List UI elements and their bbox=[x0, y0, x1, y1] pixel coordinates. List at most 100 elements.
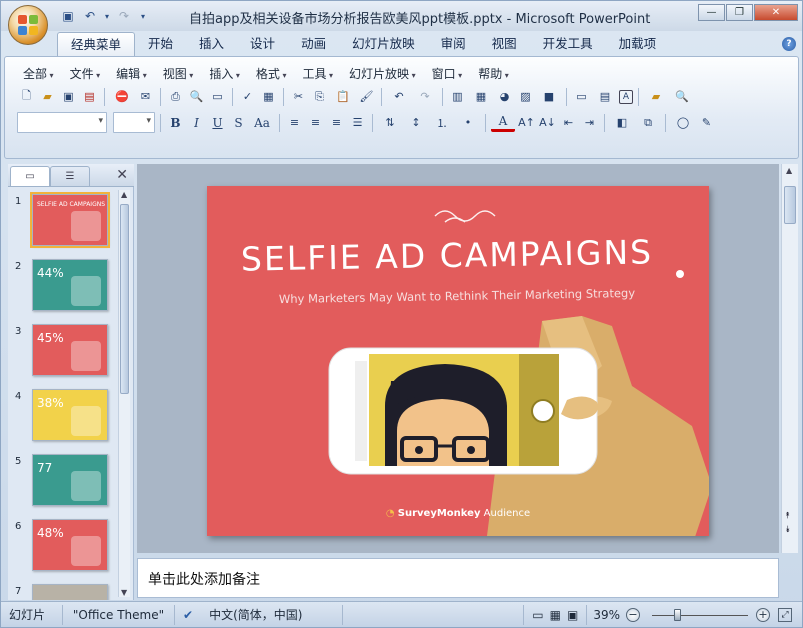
maximize-button[interactable]: ❐ bbox=[726, 4, 753, 21]
menu-all[interactable]: 全部 bbox=[15, 65, 62, 83]
increase-indent-icon[interactable]: ⇥ bbox=[580, 113, 599, 132]
tab-outline-icon[interactable]: ☰ bbox=[50, 166, 90, 186]
slide-layout-icon[interactable]: ▤ bbox=[593, 87, 617, 106]
next-slide-icon[interactable]: ⯯ bbox=[785, 526, 790, 535]
insert-table-icon[interactable]: ▦ bbox=[469, 87, 493, 106]
tab-view[interactable]: 视图 bbox=[479, 32, 530, 56]
tab-animations[interactable]: 动画 bbox=[288, 32, 339, 56]
insert-smartart-icon[interactable]: ◕ bbox=[495, 87, 514, 106]
slide-thumbnail-row[interactable]: 2 44% bbox=[8, 255, 118, 320]
slide-thumbnail[interactable] bbox=[32, 584, 108, 600]
save-as-pdf-icon[interactable]: ▤ bbox=[80, 87, 99, 106]
menu-tools[interactable]: 工具 bbox=[294, 65, 341, 83]
zoom-in-button[interactable]: + bbox=[756, 607, 770, 622]
tab-slides-icon[interactable]: ▭ bbox=[10, 166, 50, 186]
zoom-icon[interactable]: 🔍 bbox=[670, 87, 694, 106]
save-icon[interactable]: ▣ bbox=[59, 87, 78, 106]
print-preview-icon[interactable]: 🔍 bbox=[187, 87, 206, 106]
slide-thumbnail-row[interactable]: 6 48% bbox=[8, 515, 118, 580]
shrink-font-icon[interactable]: A↓ bbox=[538, 113, 557, 132]
slide-canvas[interactable]: SELFIE AD CAMPAIGNS Why Marketers May Wa… bbox=[207, 186, 709, 536]
font-name-combo[interactable] bbox=[17, 112, 107, 133]
prev-slide-icon[interactable]: ⯭ bbox=[785, 512, 790, 521]
tab-home[interactable]: 开始 bbox=[135, 32, 186, 56]
menu-format[interactable]: 格式 bbox=[248, 65, 295, 83]
paste-icon[interactable]: 📋 bbox=[331, 87, 355, 106]
editor-scrollbar[interactable]: ▲ ⯭ ⯯ bbox=[781, 164, 798, 553]
shape-outline-icon[interactable]: ✎ bbox=[697, 113, 716, 132]
office-button[interactable] bbox=[8, 5, 48, 45]
slide-thumbnail[interactable]: 44% bbox=[32, 259, 108, 311]
font-size-combo[interactable] bbox=[113, 112, 155, 133]
copy-icon[interactable]: ⎘ bbox=[310, 87, 329, 106]
normal-view-icon[interactable]: ▭ bbox=[532, 605, 543, 625]
open-folder-icon[interactable]: ▰ bbox=[644, 87, 668, 106]
zoom-out-button[interactable]: − bbox=[626, 607, 640, 622]
slide-thumbnail[interactable]: 77 bbox=[32, 454, 108, 506]
notes-pane[interactable]: 单击此处添加备注 bbox=[137, 558, 779, 598]
slideshow-view-icon[interactable]: ▣ bbox=[567, 605, 578, 625]
redo-icon[interactable]: ↷ bbox=[115, 7, 133, 25]
font-color-button[interactable]: A bbox=[491, 113, 515, 132]
spelling-icon[interactable]: ✓ bbox=[238, 87, 257, 106]
align-left-icon[interactable]: ≡ bbox=[285, 113, 304, 132]
insert-chart-icon[interactable]: ▥ bbox=[448, 87, 467, 106]
scrollbar-thumb[interactable] bbox=[784, 186, 796, 224]
undo-dropdown-icon[interactable]: ▾ bbox=[103, 7, 111, 25]
menu-window[interactable]: 窗口 bbox=[424, 65, 471, 83]
status-language[interactable]: 中文(简体，中国) bbox=[201, 604, 344, 625]
underline-button[interactable]: U bbox=[208, 113, 227, 132]
undo-icon[interactable]: ↶ bbox=[81, 7, 99, 25]
status-theme[interactable]: "Office Theme" bbox=[63, 604, 175, 625]
cut-icon[interactable]: ✂ bbox=[289, 87, 308, 106]
minimize-button[interactable]: — bbox=[698, 4, 725, 21]
tab-insert[interactable]: 插入 bbox=[186, 32, 237, 56]
shape-fill-icon[interactable]: ◯ bbox=[671, 113, 695, 132]
close-button[interactable]: ✕ bbox=[754, 4, 798, 21]
tab-developer[interactable]: 开发工具 bbox=[530, 32, 606, 56]
slide-thumbnail[interactable]: 38% bbox=[32, 389, 108, 441]
numbering-icon[interactable]: ⒈ bbox=[430, 113, 454, 132]
fit-slide-icon[interactable]: ⤢ bbox=[778, 607, 792, 622]
save-icon[interactable]: ▣ bbox=[59, 7, 77, 25]
open-folder-icon[interactable]: ▰ bbox=[38, 87, 57, 106]
scrollbar-thumb[interactable] bbox=[120, 204, 129, 394]
menu-help[interactable]: 帮助 bbox=[470, 65, 517, 83]
shapes-icon[interactable]: ◧ bbox=[610, 113, 634, 132]
spelling-status-icon[interactable]: ✔ bbox=[175, 605, 201, 625]
line-spacing-icon[interactable]: ↕ bbox=[404, 113, 428, 132]
italic-button[interactable]: I bbox=[187, 113, 206, 132]
permission-icon[interactable]: ⛔ bbox=[110, 87, 134, 106]
text-direction-icon[interactable]: ⇅ bbox=[378, 113, 402, 132]
grow-font-icon[interactable]: A↑ bbox=[517, 113, 536, 132]
redo-icon[interactable]: ↷ bbox=[413, 87, 437, 106]
menu-insert[interactable]: 插入 bbox=[201, 65, 248, 83]
page-setup-icon[interactable]: ▭ bbox=[208, 87, 227, 106]
slide-title[interactable]: SELFIE AD CAMPAIGNS bbox=[227, 232, 668, 279]
format-painter-icon[interactable]: 🖌 bbox=[357, 87, 376, 106]
zoom-level[interactable]: 39% bbox=[587, 608, 626, 622]
bullets-icon[interactable]: • bbox=[456, 113, 480, 132]
menu-slideshow[interactable]: 幻灯片放映 bbox=[341, 65, 424, 83]
color-grayscale-icon[interactable]: ■ bbox=[537, 87, 561, 106]
slide-thumbnail[interactable]: 45% bbox=[32, 324, 108, 376]
menu-view[interactable]: 视图 bbox=[155, 65, 202, 83]
slide-thumbnail[interactable]: SELFIE AD CAMPAIGNS bbox=[30, 192, 110, 248]
align-center-icon[interactable]: ≡ bbox=[306, 113, 325, 132]
decrease-indent-icon[interactable]: ⇤ bbox=[559, 113, 578, 132]
slide-thumbnail[interactable]: 48% bbox=[32, 519, 108, 571]
customize-qat-icon[interactable]: ▾ bbox=[137, 7, 149, 25]
menu-file[interactable]: 文件 bbox=[62, 65, 109, 83]
slide-thumbnail-row[interactable]: 1 SELFIE AD CAMPAIGNS bbox=[8, 190, 118, 255]
pane-close-icon[interactable]: ✕ bbox=[116, 167, 128, 183]
tab-review[interactable]: 审阅 bbox=[428, 32, 479, 56]
slide-thumbnail-row[interactable]: 7 bbox=[8, 580, 118, 600]
tab-slideshow[interactable]: 幻灯片放映 bbox=[339, 32, 428, 56]
align-right-icon[interactable]: ≡ bbox=[327, 113, 346, 132]
slide-thumbnail-row[interactable]: 3 45% bbox=[8, 320, 118, 385]
zoom-slider-knob[interactable] bbox=[674, 608, 681, 621]
research-icon[interactable]: ▦ bbox=[259, 87, 278, 106]
thumbnail-scrollbar[interactable]: ▲ ▼ bbox=[118, 190, 130, 597]
new-file-icon[interactable]: 🗋 bbox=[17, 87, 36, 106]
menu-edit[interactable]: 编辑 bbox=[108, 65, 155, 83]
